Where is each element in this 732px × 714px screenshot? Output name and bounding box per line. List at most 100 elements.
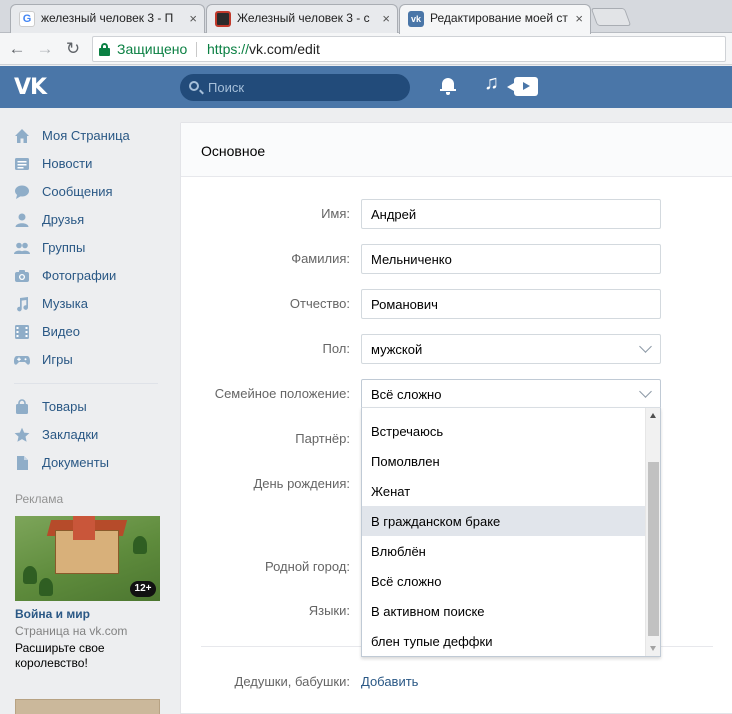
star-icon — [14, 427, 30, 442]
sidebar-item-news[interactable]: Новости — [14, 152, 164, 176]
document-icon — [17, 456, 28, 470]
iron-favicon-icon — [215, 11, 231, 27]
google-favicon-icon: G — [19, 11, 35, 27]
dropdown-option[interactable]: В активном поиске — [362, 596, 646, 626]
omnibox-separator — [196, 42, 197, 57]
languages-label: Языки: — [308, 603, 350, 618]
vk-logo[interactable]: VK — [14, 75, 47, 100]
chevron-down-icon — [639, 340, 652, 353]
sidebar-divider — [14, 383, 158, 384]
last-name-field[interactable]: Мельниченко — [361, 244, 661, 274]
home-icon — [15, 129, 29, 143]
sidebar-item-friends[interactable]: Друзья — [14, 208, 164, 232]
url-scheme: https:// — [207, 41, 250, 57]
chevron-down-icon — [639, 385, 652, 398]
sidebar-item-documents[interactable]: Документы — [14, 451, 164, 475]
secure-label: Защищено — [117, 41, 188, 57]
back-arrow-icon[interactable]: ← — [6, 38, 28, 60]
dropdown-option[interactable]: Всё сложно — [362, 566, 646, 596]
sidebar-item-label: Друзья — [42, 212, 85, 227]
sidebar-item-label: Товары — [42, 399, 87, 414]
sidebar-item-label: Сообщения — [42, 184, 113, 199]
birthday-label: День рождения: — [253, 476, 350, 491]
browser-tab-strip: G железный человек 3 - П × Железный чело… — [0, 0, 732, 34]
groups-icon — [14, 242, 30, 254]
patronymic-field[interactable]: Романович — [361, 289, 661, 319]
ad-image[interactable]: 12+ — [15, 516, 160, 601]
url-text[interactable]: https://vk.com/edit — [207, 41, 320, 57]
music-icon — [17, 297, 29, 312]
video-icon — [15, 325, 29, 339]
first-name-field[interactable]: Андрей — [361, 199, 661, 229]
search-input[interactable]: Поиск — [180, 74, 410, 101]
scrollbar-thumb[interactable] — [648, 462, 659, 636]
gender-select[interactable]: мужской — [361, 334, 661, 364]
browser-tab-active[interactable]: vk Редактирование моей ст × — [399, 4, 591, 34]
browser-toolbar: ← → ↻ Защищено https://vk.com/edit — [0, 33, 732, 65]
camera-icon — [15, 270, 29, 282]
sidebar-item-photos[interactable]: Фотографии — [14, 264, 164, 288]
second-ad-image[interactable] — [15, 699, 160, 714]
age-rating-badge: 12+ — [130, 581, 156, 597]
last-name-label: Фамилия: — [291, 251, 350, 266]
search-placeholder: Поиск — [208, 80, 245, 95]
close-tab-icon[interactable]: × — [189, 5, 197, 32]
sidebar-item-video[interactable]: Видео — [14, 320, 164, 344]
page-title: Основное — [201, 143, 266, 159]
ad-title-link[interactable]: Война и мир — [15, 607, 90, 621]
relationship-dropdown[interactable]: Встречаюсь Помолвлен Женат В гражданском… — [361, 407, 661, 657]
dropdown-option[interactable]: Помолвлен — [362, 446, 646, 476]
left-sidebar: Моя Страница Новости Сообщения Друзья Гр… — [0, 108, 172, 714]
add-grandparents-link[interactable]: Добавить — [361, 674, 418, 689]
dropdown-option[interactable]: Женат — [362, 476, 646, 506]
gamepad-icon — [14, 356, 30, 365]
reload-icon[interactable]: ↻ — [62, 38, 84, 60]
bag-icon — [16, 399, 28, 414]
sidebar-item-label: Документы — [42, 455, 110, 470]
dropdown-option[interactable]: блен тупые деффки — [362, 626, 646, 656]
browser-tab[interactable]: Железный человек 3 - с × — [206, 4, 398, 33]
sidebar-item-goods[interactable]: Товары — [14, 395, 164, 419]
sidebar-item-label: Видео — [42, 324, 80, 339]
patronymic-label: Отчество: — [289, 296, 350, 311]
address-bar[interactable]: Защищено https://vk.com/edit — [92, 36, 726, 62]
messages-icon — [15, 185, 29, 199]
hometown-label: Родной город: — [265, 559, 350, 574]
sidebar-item-bookmarks[interactable]: Закладки — [14, 423, 164, 447]
sidebar-item-music[interactable]: Музыка — [14, 292, 164, 316]
audio-player-icon[interactable] — [507, 77, 538, 96]
scroll-up-arrow-icon[interactable] — [650, 413, 656, 418]
sidebar-item-label: Новости — [42, 156, 93, 171]
music-note-icon[interactable]: ♫ — [484, 72, 499, 95]
close-tab-icon[interactable]: × — [382, 5, 390, 32]
sidebar-item-label: Группы — [42, 240, 86, 255]
browser-tab[interactable]: G железный человек 3 - П × — [10, 4, 205, 33]
sidebar-item-label: Моя Страница — [42, 128, 130, 143]
search-icon — [189, 81, 199, 91]
sidebar-item-groups[interactable]: Группы — [14, 236, 164, 260]
dropdown-scrollbar[interactable] — [645, 408, 660, 656]
close-tab-icon[interactable]: × — [575, 5, 583, 32]
sidebar-item-my-page[interactable]: Моя Страница — [14, 124, 164, 148]
relationship-select[interactable]: Всё сложно — [361, 379, 661, 409]
sidebar-item-games[interactable]: Игры — [14, 348, 164, 372]
partner-label: Партнёр: — [295, 431, 350, 446]
sidebar-item-label: Музыка — [42, 296, 88, 311]
tab-title: Редактирование моей ст — [430, 11, 568, 25]
friend-icon — [15, 213, 29, 227]
dropdown-option[interactable]: Влюблён — [362, 536, 646, 566]
bell-icon[interactable] — [440, 77, 456, 95]
ads-label: Реклама — [15, 492, 64, 506]
dropdown-option-hovered[interactable]: В гражданском браке — [362, 506, 646, 536]
relationship-value: Всё сложно — [371, 387, 442, 402]
tab-title: железный человек 3 - П — [41, 11, 174, 25]
dropdown-option[interactable]: Встречаюсь — [362, 416, 646, 446]
sidebar-item-messages[interactable]: Сообщения — [14, 180, 164, 204]
gender-label: Пол: — [322, 341, 351, 356]
card-header: Основное — [181, 123, 732, 177]
scroll-down-arrow-icon[interactable] — [650, 646, 656, 651]
vk-header: VK Поиск ♫ — [0, 66, 732, 108]
ad-description: Расширьте свое королевство! — [15, 641, 105, 670]
forward-arrow-icon[interactable]: → — [34, 38, 56, 60]
new-tab-button[interactable] — [590, 8, 632, 26]
